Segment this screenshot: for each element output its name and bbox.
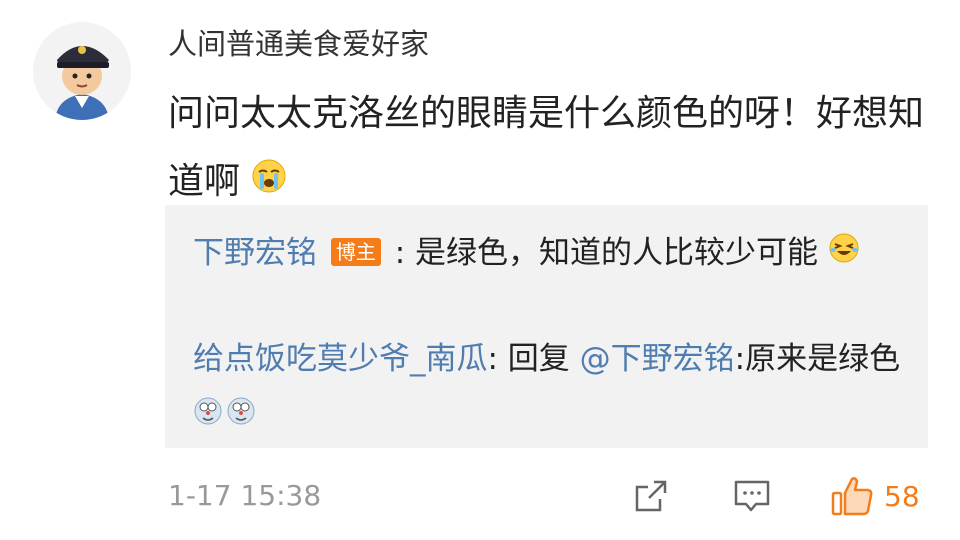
- like-count: 58: [884, 479, 920, 513]
- avatar[interactable]: [33, 22, 131, 120]
- blogger-badge: 博主: [330, 238, 381, 266]
- reply-item: 给点饭吃莫少爷_南瓜: 回复 @下野宏铭:原来是绿色: [193, 331, 913, 446]
- reply-author[interactable]: 下野宏铭: [193, 235, 317, 271]
- share-button[interactable]: [632, 474, 670, 518]
- police-avatar-icon: [33, 22, 131, 120]
- like-button[interactable]: 58: [830, 474, 920, 518]
- reply-prefix: : 回复: [487, 341, 580, 377]
- comment-icon: [734, 480, 770, 512]
- reply-item: 下野宏铭 博主 : 是绿色，知道的人比较少可能: [193, 225, 913, 283]
- comment-username[interactable]: 人间普通美食爱好家: [168, 22, 429, 66]
- comment-text: 问问太太克洛丝的眼睛是什么颜色的呀！好想知道啊: [168, 80, 938, 217]
- timestamp: 1-17 15:38: [168, 479, 322, 512]
- reply-text: : 是绿色，知道的人比较少可能: [394, 235, 819, 271]
- laughing-tears-emoji-icon: [828, 226, 860, 283]
- reply-box[interactable]: 下野宏铭 博主 : 是绿色，知道的人比较少可能 给点饭吃莫少爷_南瓜: 回复 @…: [165, 205, 928, 448]
- comment-button[interactable]: [732, 474, 772, 518]
- share-icon: [635, 480, 667, 512]
- thumbs-up-icon: [831, 477, 873, 516]
- reply-author[interactable]: 给点饭吃莫少爷_南瓜: [193, 341, 488, 377]
- doraemon-face-emoji-icon: [193, 389, 257, 446]
- reply-text: :原来是绿色: [734, 341, 901, 377]
- mention-link[interactable]: @下野宏铭: [580, 341, 735, 377]
